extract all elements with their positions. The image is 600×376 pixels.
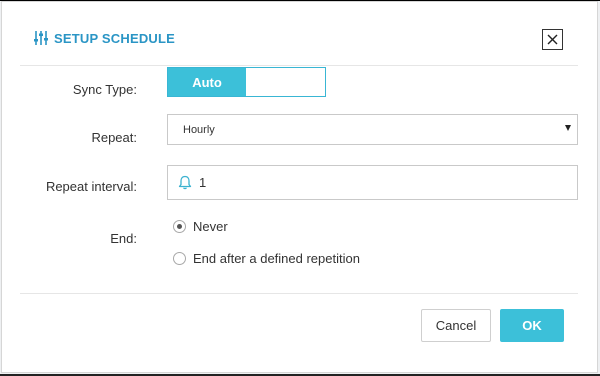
cancel-button[interactable]: Cancel bbox=[421, 309, 491, 342]
repeat-label: Repeat: bbox=[91, 130, 137, 145]
repeat-interval-input[interactable]: 1 bbox=[167, 165, 578, 200]
dialog-title: SETUP SCHEDULE bbox=[54, 30, 176, 46]
end-option-never-label: Never bbox=[193, 219, 228, 234]
close-button[interactable] bbox=[542, 29, 563, 50]
close-icon bbox=[547, 34, 558, 45]
radio-button-checked[interactable] bbox=[173, 220, 186, 233]
end-option-after-repetition[interactable]: End after a defined repetition bbox=[173, 251, 360, 266]
sync-type-toggle[interactable]: Auto bbox=[167, 67, 326, 97]
radio-button-unchecked[interactable] bbox=[173, 252, 186, 265]
header-divider bbox=[20, 65, 578, 66]
repeat-select-value: Hourly bbox=[183, 123, 215, 136]
repeat-select[interactable]: Hourly bbox=[167, 114, 578, 145]
end-option-after-repetition-label: End after a defined repetition bbox=[193, 251, 360, 266]
footer-divider bbox=[20, 293, 578, 294]
repeat-interval-label: Repeat interval: bbox=[45, 179, 137, 194]
ok-button[interactable]: OK bbox=[500, 309, 564, 342]
dialog-header: SETUP SCHEDULE bbox=[33, 28, 175, 48]
dropdown-arrow-icon bbox=[565, 125, 571, 131]
end-option-never[interactable]: Never bbox=[173, 219, 228, 234]
end-label: End: bbox=[110, 231, 137, 246]
sync-type-label: Sync Type: bbox=[72, 82, 137, 97]
sync-type-option-off[interactable] bbox=[246, 68, 325, 96]
sync-type-option-auto[interactable]: Auto bbox=[168, 68, 246, 96]
repeat-interval-value: 1 bbox=[199, 175, 207, 190]
sliders-icon bbox=[34, 31, 48, 45]
bell-icon bbox=[178, 175, 192, 190]
